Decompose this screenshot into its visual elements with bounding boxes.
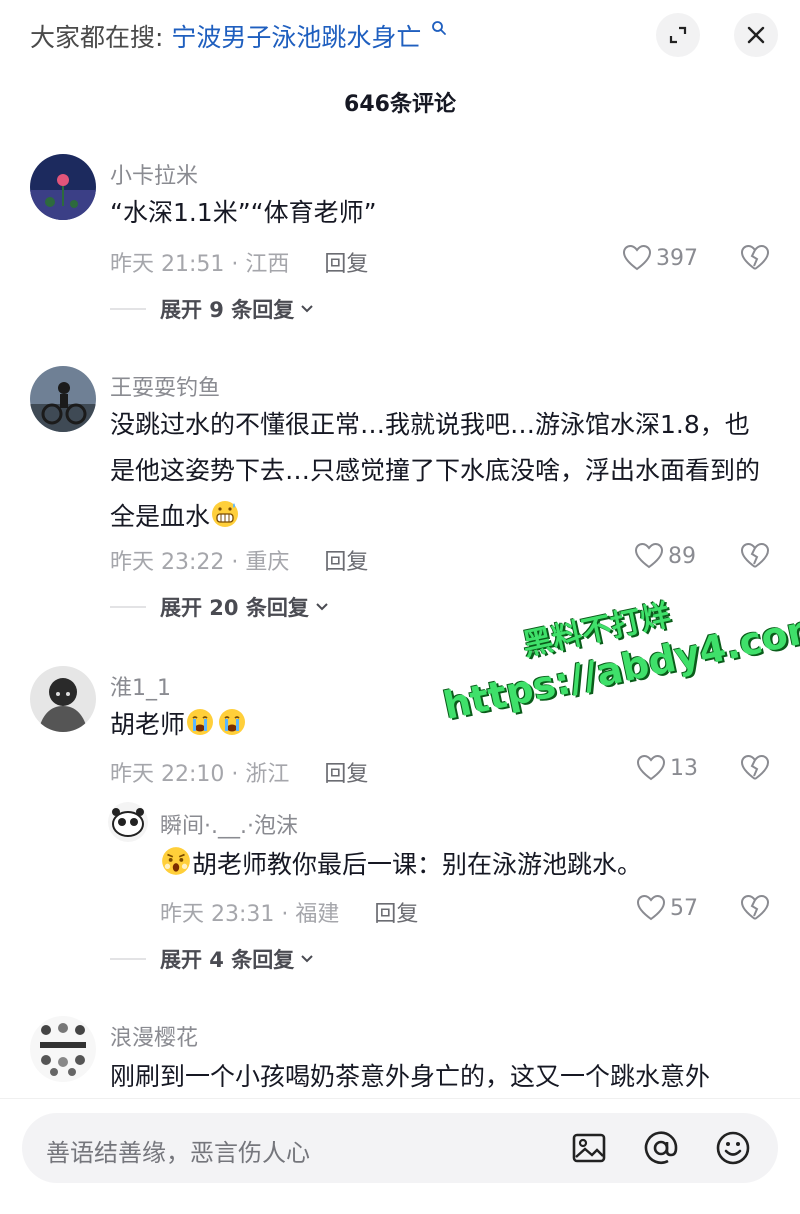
comment-item: 王耍耍钓鱼 没跳过水的不懂很正常…我就说我吧…游泳馆水深1.8，也是他这姿势下去… bbox=[0, 362, 800, 622]
heart-icon bbox=[622, 244, 652, 271]
comment-username[interactable]: 淮1_1 bbox=[110, 670, 171, 702]
reply-text: 胡老师教你最后一课：别在泳游池跳水。 bbox=[160, 842, 760, 888]
crying-emoji-icon bbox=[219, 709, 246, 735]
search-icon bbox=[432, 21, 447, 35]
comment-input-bar: 善语结善缘，恶言伤人心 bbox=[0, 1098, 800, 1214]
dislike-button[interactable] bbox=[740, 754, 770, 786]
reply-meta: 昨天 23:31 · 福建 回复 bbox=[160, 896, 418, 928]
expand-replies[interactable]: 展开 20 条回复 bbox=[110, 592, 331, 622]
trending-search[interactable]: 大家都在搜: 宁波男子泳池跳水身亡 bbox=[30, 18, 447, 54]
heart-icon bbox=[636, 754, 666, 781]
expand-replies-label: 展开 4 条回复 bbox=[160, 948, 295, 972]
comment-item: 小卡拉米 “水深1.1米”“体育老师” 昨天 21:51 · 江西 回复 397… bbox=[0, 150, 800, 330]
grimace-sweat-emoji-icon bbox=[212, 501, 239, 527]
comment-time-location: 昨天 23:22 · 重庆 bbox=[110, 550, 290, 575]
comment-text: 刚刷到一个小孩喝奶茶意外身亡的，这又一个跳水意外 bbox=[110, 1062, 711, 1091]
comment-item: 浪漫樱花 刚刷到一个小孩喝奶茶意外身亡的，这又一个跳水意外 bbox=[0, 1012, 800, 1098]
avatar[interactable] bbox=[30, 666, 96, 732]
like-button[interactable]: 57 bbox=[636, 894, 698, 922]
comment-count: 646条评论 bbox=[344, 92, 456, 117]
chevron-down-icon bbox=[301, 305, 313, 313]
like-count: 397 bbox=[656, 245, 698, 271]
comment-time-location: 昨天 21:51 · 江西 bbox=[110, 252, 290, 277]
reply-button[interactable]: 回复 bbox=[324, 550, 368, 575]
comment-input[interactable]: 善语结善缘，恶言伤人心 bbox=[22, 1113, 778, 1183]
expand-button[interactable] bbox=[656, 13, 700, 57]
expand-replies-label: 展开 9 条回复 bbox=[160, 298, 295, 322]
comment-text: 没跳过水的不懂很正常…我就说我吧…游泳馆水深1.8，也是他这姿势下去…只感觉撞了… bbox=[110, 410, 761, 531]
dislike-button[interactable] bbox=[740, 244, 770, 276]
like-count: 57 bbox=[670, 895, 698, 921]
dislike-button[interactable] bbox=[740, 894, 770, 926]
chevron-down-icon bbox=[316, 603, 328, 611]
expand-replies[interactable]: 展开 4 条回复 bbox=[110, 944, 316, 974]
reply-time-location: 昨天 23:31 · 福建 bbox=[160, 902, 340, 927]
broken-heart-icon bbox=[740, 244, 770, 270]
comment-meta: 昨天 23:22 · 重庆 回复 bbox=[110, 544, 368, 576]
broken-heart-icon bbox=[740, 894, 770, 920]
reply-button[interactable]: 回复 bbox=[374, 902, 418, 927]
close-icon bbox=[747, 26, 765, 44]
top-bar: 大家都在搜: 宁波男子泳池跳水身亡 bbox=[0, 0, 800, 72]
comment-text: 胡老师 bbox=[110, 702, 760, 748]
reply-button[interactable]: 回复 bbox=[324, 252, 368, 277]
expand-replies-label: 展开 20 条回复 bbox=[160, 596, 309, 620]
broken-heart-icon bbox=[740, 542, 770, 568]
avatar[interactable] bbox=[108, 802, 148, 842]
worried-emoji-icon bbox=[162, 847, 190, 875]
comment-meta: 昨天 21:51 · 江西 回复 bbox=[110, 246, 368, 278]
broken-heart-icon bbox=[740, 754, 770, 780]
image-button[interactable] bbox=[570, 1129, 608, 1171]
emoji-button[interactable] bbox=[714, 1129, 752, 1171]
crying-emoji-icon bbox=[187, 709, 214, 735]
comment-username[interactable]: 王耍耍钓鱼 bbox=[110, 370, 220, 402]
close-button[interactable] bbox=[734, 13, 778, 57]
comment-meta: 昨天 22:10 · 浙江 回复 bbox=[110, 756, 368, 788]
reply-username[interactable]: 瞬间·.__.·泡沫 bbox=[160, 808, 298, 840]
expand-replies[interactable]: 展开 9 条回复 bbox=[110, 294, 316, 324]
trending-search-prefix: 大家都在搜: bbox=[30, 23, 164, 52]
like-count: 89 bbox=[668, 543, 696, 569]
emoji-icon bbox=[716, 1131, 750, 1165]
like-count: 13 bbox=[670, 755, 698, 781]
reply-button[interactable]: 回复 bbox=[324, 762, 368, 787]
comment-text: “水深1.1米”“体育老师” bbox=[110, 198, 377, 227]
comment-time-location: 昨天 22:10 · 浙江 bbox=[110, 762, 290, 787]
comment-username[interactable]: 浪漫樱花 bbox=[110, 1020, 198, 1052]
like-button[interactable]: 13 bbox=[636, 754, 698, 782]
at-icon bbox=[644, 1131, 678, 1164]
comment-username[interactable]: 小卡拉米 bbox=[110, 158, 198, 190]
image-icon bbox=[572, 1133, 606, 1163]
chevron-down-icon bbox=[301, 955, 313, 963]
trending-search-term[interactable]: 宁波男子泳池跳水身亡 bbox=[171, 23, 421, 52]
comment-input-placeholder: 善语结善缘，恶言伤人心 bbox=[46, 1139, 310, 1167]
avatar[interactable] bbox=[30, 366, 96, 432]
like-button[interactable]: 89 bbox=[634, 542, 696, 570]
avatar[interactable] bbox=[30, 154, 96, 220]
avatar[interactable] bbox=[30, 1016, 96, 1082]
mention-button[interactable] bbox=[642, 1129, 680, 1171]
comment-item: 淮1_1 胡老师 昨天 22:10 · 浙江 回复 13 瞬间·.__.·泡沫 … bbox=[0, 662, 800, 982]
heart-icon bbox=[636, 894, 666, 921]
expand-icon bbox=[669, 26, 687, 44]
like-button[interactable]: 397 bbox=[622, 244, 698, 272]
heart-icon bbox=[634, 542, 664, 569]
